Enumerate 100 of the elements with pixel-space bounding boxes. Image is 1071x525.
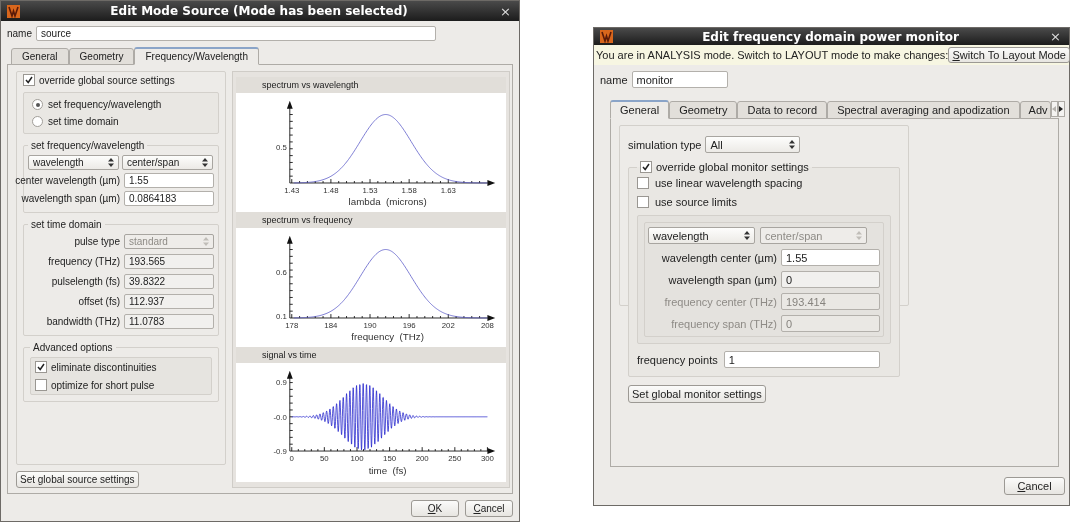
tick-label: 190: [363, 320, 377, 330]
chart-title: spectrum vs wavelength: [262, 79, 359, 90]
input-field[interactable]: 112.937: [124, 294, 214, 309]
up-down-arrows-icon: [744, 231, 750, 240]
tab[interactable]: Spectral averaging and apodization: [827, 101, 1020, 119]
radio-button[interactable]: [32, 99, 43, 110]
dropdown[interactable]: wavelength: [648, 227, 755, 244]
dropdown[interactable]: center/span: [122, 155, 213, 170]
input-field[interactable]: 1: [723, 351, 880, 368]
up-down-arrows-icon: [856, 231, 862, 240]
field-label: frequency points: [637, 353, 718, 366]
app-logo-icon: [7, 4, 20, 18]
field-label: simulation type: [628, 138, 702, 151]
cancel-button[interactable]: Cancel: [1004, 477, 1065, 495]
tick-label: 196: [402, 320, 416, 330]
tick-label: 202: [441, 320, 455, 330]
radio-label: set time domain: [48, 116, 119, 127]
group-title: set frequency/wavelength: [30, 140, 146, 151]
checkbox-label: optimize for short pulse: [51, 379, 155, 391]
input-field[interactable]: 193.565: [124, 254, 214, 269]
input-field[interactable]: monitor: [631, 71, 728, 88]
field-label: center wavelength (µm): [15, 175, 120, 186]
checkbox-label: eliminate discontinuities: [51, 361, 157, 373]
chart-title: spectrum vs frequency: [262, 214, 353, 225]
ok-button[interactable]: OK: [411, 500, 459, 517]
tick-label: 0.6: [276, 267, 287, 277]
input-field[interactable]: 1.55: [124, 173, 214, 188]
tab[interactable]: General: [11, 48, 69, 65]
set-global-settings-button[interactable]: Set global source settings: [16, 471, 139, 488]
tick-label: -0.9: [273, 446, 287, 456]
right-triangle-icon: [1059, 106, 1064, 112]
field-label: offset (fs): [78, 296, 120, 307]
input-field[interactable]: 39.8322: [124, 274, 214, 289]
switch-mode-button[interactable]: Switch To Layout Mode: [948, 47, 1070, 63]
radio-button[interactable]: [32, 116, 43, 127]
input-field[interactable]: 1.55: [781, 249, 880, 266]
input-field[interactable]: source: [36, 26, 436, 41]
tick-label: 250: [448, 453, 462, 463]
axis-label: frequency (THz): [351, 331, 424, 343]
checkbox[interactable]: [35, 361, 47, 373]
tick-label: -0.0: [273, 412, 287, 422]
field-label: wavelength span (µm): [21, 193, 120, 204]
tick-label: 178: [285, 320, 299, 330]
checkbox[interactable]: [23, 74, 35, 86]
window-title: Edit frequency domain power monitor: [701, 29, 960, 44]
field-label: name: [7, 28, 32, 39]
axis-label: time (fs): [368, 464, 407, 476]
tab[interactable]: Geometry: [669, 101, 738, 119]
tick-label: 100: [350, 453, 364, 463]
field-label: frequency (THz): [48, 256, 120, 267]
input-field[interactable]: 11.0783: [124, 314, 214, 329]
tab[interactable]: Geometry: [68, 48, 135, 65]
tick-label: 1.58: [401, 185, 417, 195]
field-label: pulse type: [74, 236, 120, 247]
tab[interactable]: General: [610, 100, 670, 119]
tick-label: 200: [415, 453, 429, 463]
tick-label: 0.5: [276, 142, 287, 152]
window-title: Edit Mode Source (Mode has been selected): [109, 4, 409, 18]
field-label: pulselength (fs): [51, 276, 120, 287]
up-down-arrows-icon: [202, 158, 208, 167]
checkbox[interactable]: [637, 196, 649, 208]
group-title: Advanced options: [32, 342, 114, 353]
app-logo-icon: [600, 30, 613, 43]
up-down-arrows-icon: [108, 158, 114, 167]
tick-label: 1.63: [440, 185, 456, 195]
chart-title: signal vs time: [262, 349, 317, 360]
tick-label: 1.48: [323, 185, 339, 195]
tab[interactable]: Data to record: [737, 101, 828, 119]
set-global-settings-button[interactable]: Set global monitor settings: [628, 385, 766, 403]
field-label: bandwidth (THz): [46, 316, 120, 327]
info-message: You are in ANALYSIS mode. Switch to LAYOUT mode to make changes:: [596, 49, 949, 61]
check-mark-icon: [37, 363, 45, 371]
tick-label: 184: [324, 320, 338, 330]
cancel-button[interactable]: Cancel: [465, 500, 513, 517]
radio-label: set frequency/wavelength: [48, 99, 162, 110]
input-field[interactable]: 0: [781, 271, 880, 288]
close-button[interactable]: ×: [1048, 30, 1063, 43]
scroll-right-button[interactable]: [1057, 101, 1065, 117]
dropdown[interactable]: wavelength: [28, 155, 119, 170]
check-mark-icon: [642, 163, 650, 171]
tab[interactable]: Frequency/Wavelength: [134, 47, 259, 65]
tick-label: 150: [383, 453, 397, 463]
tick-label: 1.53: [362, 185, 378, 195]
input-field[interactable]: 0.0864183: [124, 191, 214, 206]
checkbox[interactable]: [637, 177, 649, 189]
dropdown[interactable]: All: [705, 136, 801, 153]
tick-label: 0: [289, 453, 294, 463]
field-label: wavelength center (µm): [661, 251, 777, 264]
axis-label: lambda (microns): [348, 196, 427, 208]
left-triangle-icon: [1052, 106, 1057, 112]
tab[interactable]: Adv: [1019, 101, 1051, 119]
check-mark-icon: [25, 76, 33, 84]
field-label: name: [600, 73, 628, 86]
tick-label: 300: [480, 453, 494, 463]
close-button[interactable]: ×: [498, 4, 513, 18]
checkbox[interactable]: [35, 379, 47, 391]
checkbox-label: override global monitor settings: [656, 161, 809, 173]
tick-label: 208: [480, 320, 494, 330]
checkbox[interactable]: [640, 161, 652, 173]
checkbox-label: override global source settings: [39, 74, 175, 86]
